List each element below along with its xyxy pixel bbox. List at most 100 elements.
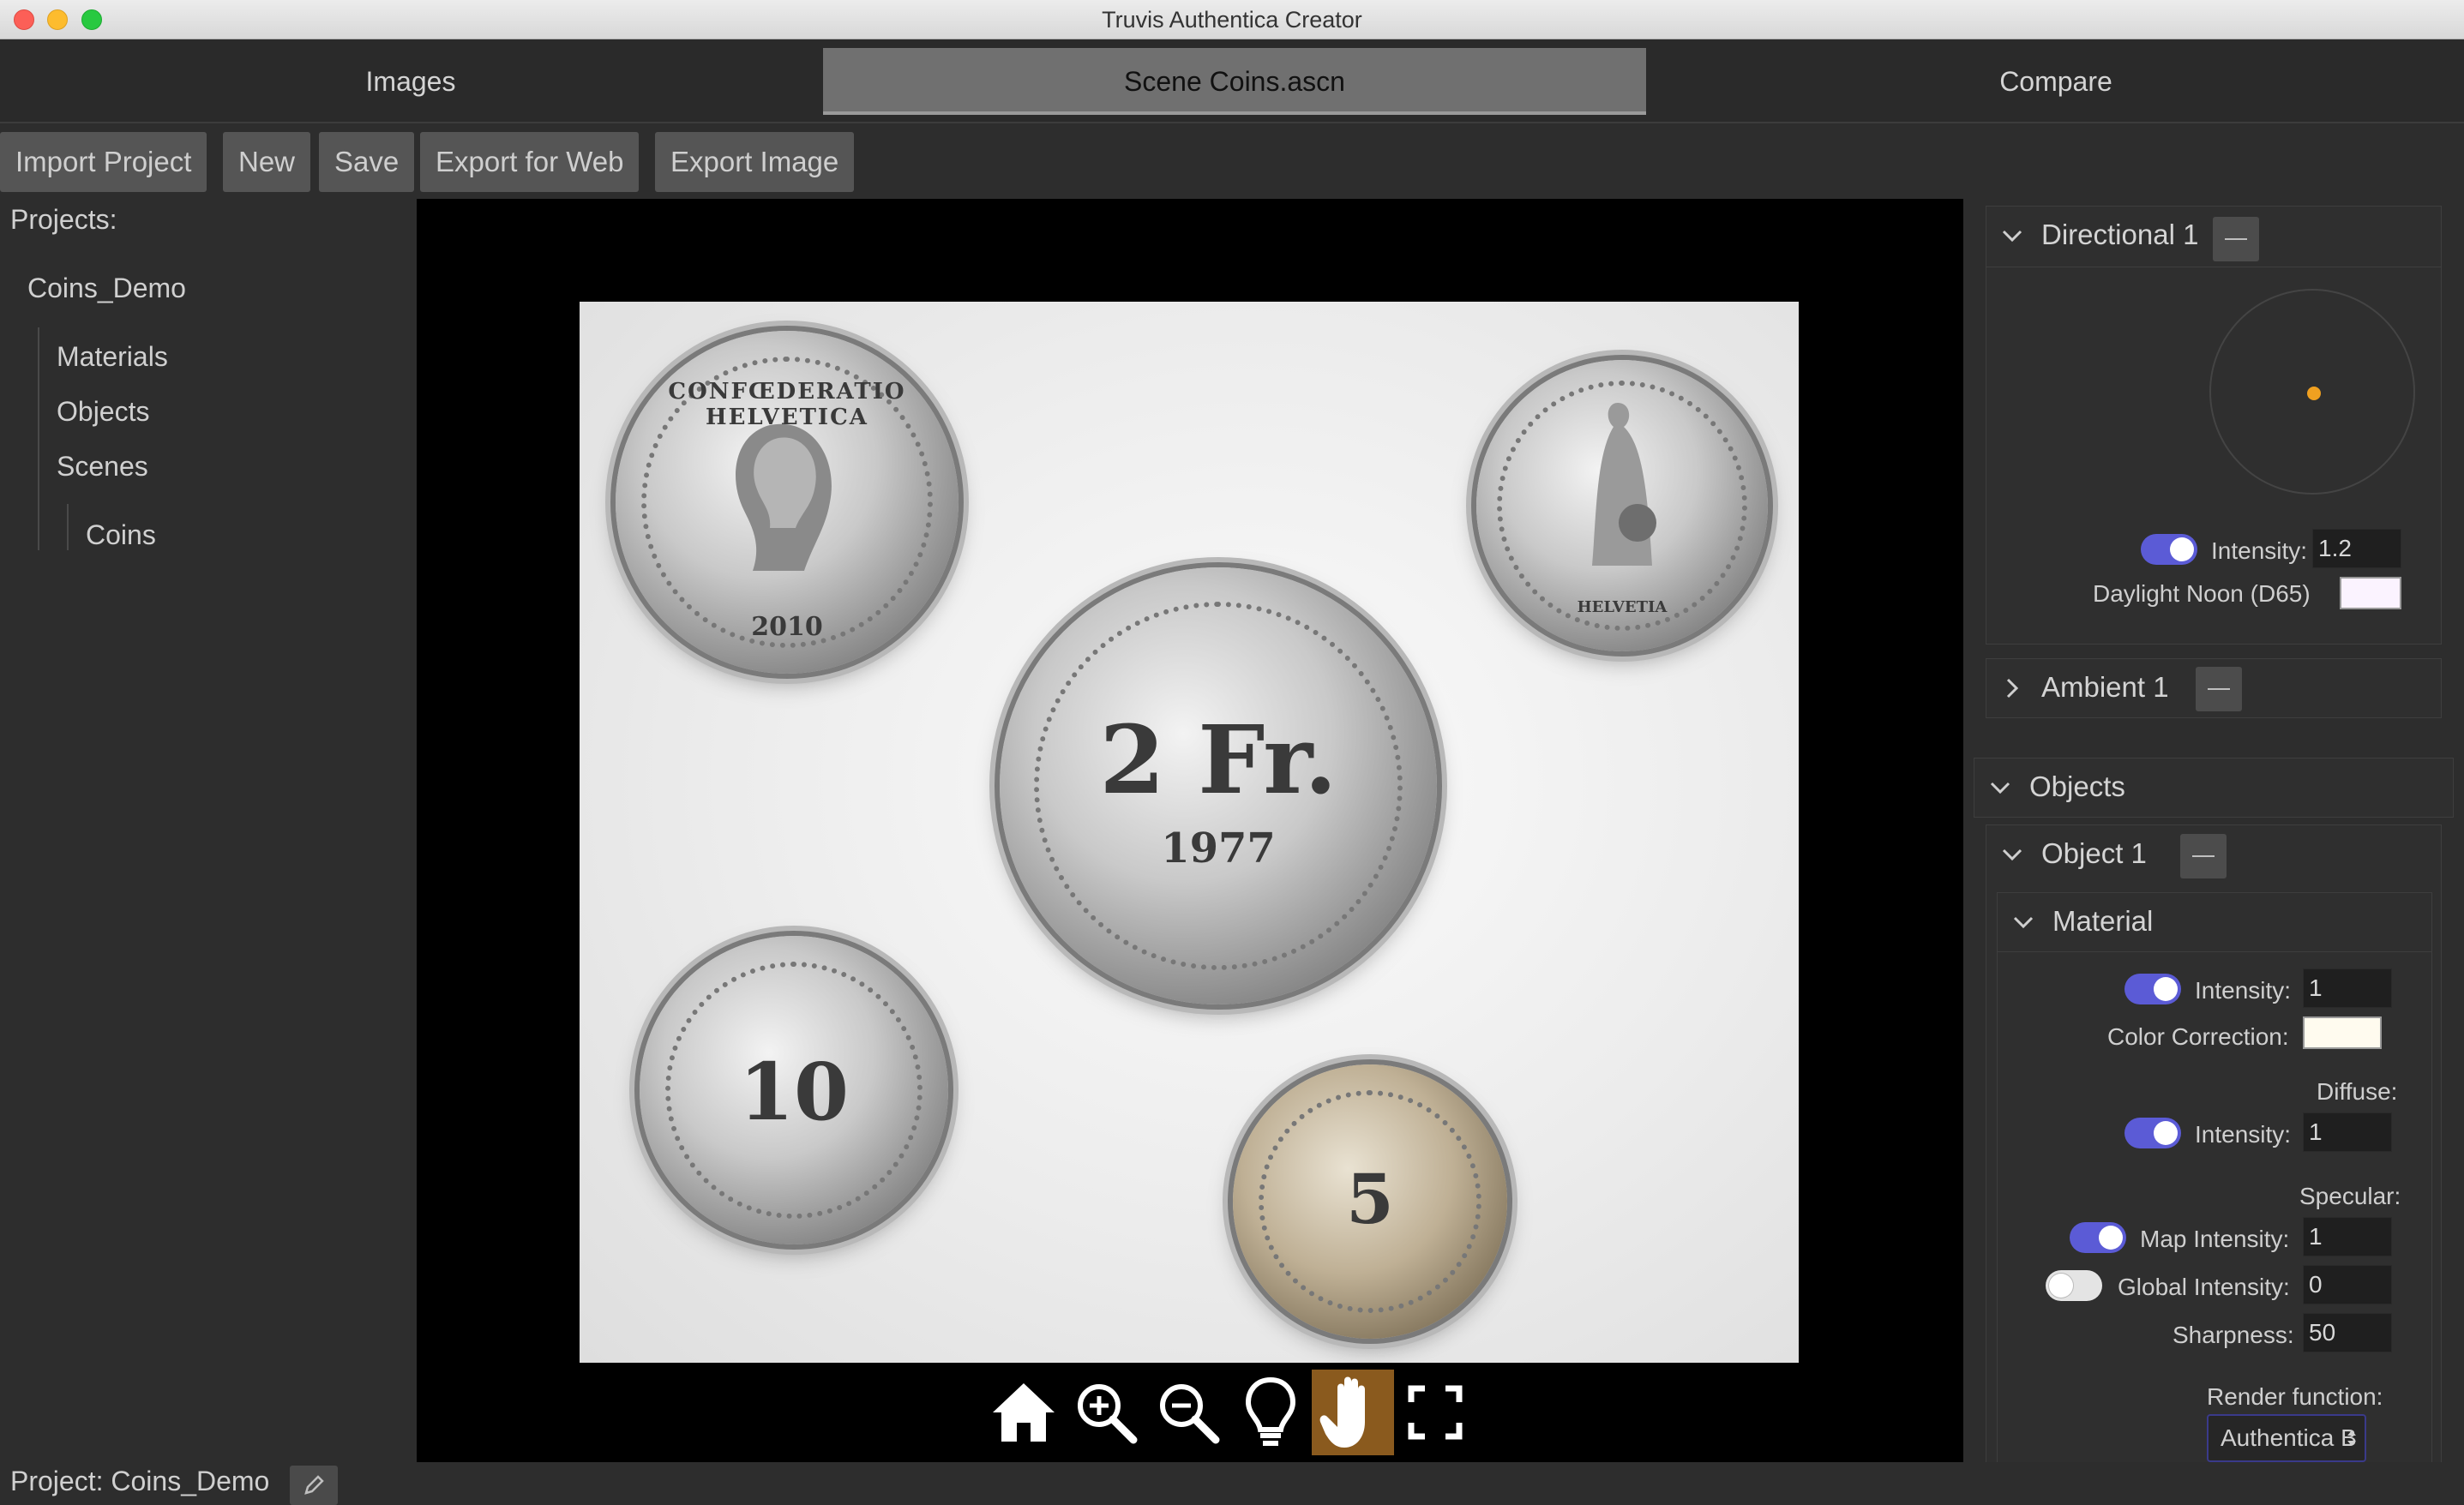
new-button[interactable]: New — [223, 132, 311, 192]
objects-heading: Objects — [2029, 770, 2125, 802]
select-arrows-icon — [2347, 1430, 2356, 1446]
object-1-title: Object 1 — [2041, 837, 2147, 869]
specular-global-toggle[interactable] — [2046, 1270, 2102, 1301]
global-intensity-label: Global Intensity: — [2118, 1274, 2290, 1300]
fullscreen-button[interactable] — [1394, 1370, 1476, 1455]
title-bar: Truvis Authentica Creator — [0, 0, 2464, 39]
project-item-coins-demo[interactable]: Coins_Demo — [27, 273, 186, 304]
coin-helvetia-figure — [1592, 403, 1656, 566]
map-intensity-label: Map Intensity: — [2140, 1226, 2290, 1252]
coin-helvetica-2010: CONFŒDERATIO HELVETICA 2010 — [616, 331, 959, 674]
directional-intensity-label: Intensity: — [2211, 537, 2308, 564]
objects-section-header: Objects — [1974, 758, 2454, 818]
remove-ambient-light-button[interactable] — [2196, 667, 2242, 711]
coin-year: 2010 — [751, 612, 823, 642]
app-window: Truvis Authentica Creator Images Scene C… — [0, 0, 2464, 1505]
light-direction-handle[interactable] — [2307, 387, 2321, 400]
render-function-label: Render function: — [2207, 1383, 2383, 1410]
home-icon — [993, 1383, 1055, 1442]
coin-10-rappen: 10 — [640, 936, 948, 1244]
light-bulb-icon — [1245, 1376, 1296, 1446]
tree-line — [38, 327, 39, 550]
coin-value: 10 — [738, 1046, 850, 1138]
edit-project-button[interactable] — [290, 1466, 338, 1505]
directional-intensity-input[interactable]: 1.2 — [2312, 529, 2401, 568]
pan-tool-button[interactable] — [1312, 1370, 1394, 1455]
zoom-in-button[interactable] — [1065, 1370, 1147, 1455]
current-project-label: Project: Coins_Demo — [10, 1466, 270, 1496]
tab-scene[interactable]: Scene Coins.ascn — [823, 48, 1646, 115]
map-intensity-input[interactable]: 1 — [2303, 1217, 2392, 1256]
light-direction-picker[interactable] — [2209, 289, 2415, 495]
zoom-out-icon — [1160, 1384, 1220, 1444]
viewer-toolbar — [417, 1370, 1963, 1455]
hand-pan-icon — [1319, 1376, 1365, 1448]
directional-light-title: Directional 1 — [2041, 219, 2199, 250]
tree-line — [67, 504, 69, 550]
diffuse-intensity-input[interactable]: 1 — [2303, 1112, 2392, 1152]
ambient-light-section: Ambient 1 — [1986, 658, 2442, 718]
scene-viewport[interactable]: CONFŒDERATIO HELVETICA 2010 2 Fr. 1977 H… — [417, 199, 1963, 1462]
chevron-right-icon[interactable] — [2000, 676, 2024, 700]
project-panel: Projects: Coins_Demo Materials Objects S… — [0, 199, 415, 1462]
main-tab-bar: Images Scene Coins.ascn Compare — [0, 39, 2464, 123]
tab-compare[interactable]: Compare — [1648, 48, 2464, 115]
chevron-down-icon[interactable] — [2000, 842, 2024, 866]
coin-helvetia-standing: HELVETIA — [1476, 360, 1768, 651]
coin-portrait — [736, 423, 832, 571]
tree-item-objects[interactable]: Objects — [57, 396, 149, 428]
diffuse-enable-toggle[interactable] — [2124, 1118, 2181, 1148]
sharpness-input[interactable]: 50 — [2303, 1313, 2392, 1352]
status-bar: Project: Coins_Demo — [0, 1462, 2464, 1505]
remove-directional-light-button[interactable] — [2213, 217, 2259, 261]
tree-item-scene-coins[interactable]: Coins — [86, 519, 156, 551]
scene-render-image: CONFŒDERATIO HELVETICA 2010 2 Fr. 1977 H… — [580, 302, 1799, 1363]
render-function-value: Authentica B — [2221, 1424, 2357, 1451]
material-title: Material — [2052, 905, 2154, 937]
coin-legend: HELVETIA — [1577, 598, 1668, 616]
tab-images[interactable]: Images — [0, 48, 821, 115]
chevron-down-icon[interactable] — [2000, 224, 2024, 248]
export-for-web-button[interactable]: Export for Web — [420, 132, 640, 192]
properties-panel: Directional 1 Intensity: 1.2 Daylight No… — [1965, 199, 2464, 1462]
color-correction-swatch[interactable] — [2303, 1016, 2382, 1049]
chevron-down-icon[interactable] — [2011, 910, 2035, 934]
directional-enable-toggle[interactable] — [2141, 534, 2197, 565]
global-intensity-input[interactable]: 0 — [2303, 1265, 2392, 1304]
toolbar: Import Project New Save Export for Web E… — [0, 125, 2464, 197]
specular-map-toggle[interactable] — [2070, 1222, 2126, 1253]
directional-light-section: Directional 1 Intensity: 1.2 Daylight No… — [1986, 206, 2442, 645]
tree-item-scenes[interactable]: Scenes — [57, 451, 148, 483]
coin-2-franc-1977: 2 Fr. 1977 — [1000, 567, 1437, 1004]
diffuse-label: Diffuse: — [2317, 1078, 2398, 1105]
material-enable-toggle[interactable] — [2124, 974, 2181, 1004]
sharpness-label: Sharpness: — [2173, 1322, 2294, 1348]
zoom-out-button[interactable] — [1147, 1370, 1229, 1455]
diffuse-intensity-label: Intensity: — [2195, 1121, 2292, 1148]
export-image-button[interactable]: Export Image — [655, 132, 855, 192]
save-button[interactable]: Save — [319, 132, 415, 192]
object-1-section: Object 1 Material Intensity: 1 Color Cor… — [1986, 824, 2442, 1462]
zoom-in-icon — [1078, 1384, 1138, 1444]
coin-5-rappen: 5 — [1233, 1064, 1507, 1339]
pencil-icon — [304, 1475, 324, 1495]
coin-value: 5 — [1346, 1159, 1394, 1239]
chevron-down-icon[interactable] — [1988, 776, 2012, 800]
coin-value: 2 Fr. — [1099, 705, 1337, 815]
light-tool-button[interactable] — [1229, 1370, 1312, 1455]
light-color-swatch[interactable] — [2340, 577, 2401, 609]
import-project-button[interactable]: Import Project — [0, 132, 207, 192]
specular-label: Specular: — [2299, 1183, 2401, 1209]
color-correction-label: Color Correction: — [2107, 1023, 2289, 1050]
home-view-button[interactable] — [983, 1370, 1065, 1455]
material-intensity-label: Intensity: — [2195, 977, 2292, 1004]
remove-object-1-button[interactable] — [2180, 834, 2227, 878]
tree-item-materials[interactable]: Materials — [57, 341, 168, 373]
render-function-select[interactable]: Authentica B — [2207, 1414, 2366, 1462]
material-section: Material Intensity: 1 Color Correction: … — [1997, 892, 2432, 1462]
fullscreen-icon — [1408, 1385, 1463, 1440]
ambient-light-title: Ambient 1 — [2041, 671, 2169, 703]
material-intensity-input[interactable]: 1 — [2303, 968, 2392, 1008]
window-title: Truvis Authentica Creator — [1102, 7, 1362, 33]
light-preset-label: Daylight Noon (D65) — [2093, 580, 2311, 607]
